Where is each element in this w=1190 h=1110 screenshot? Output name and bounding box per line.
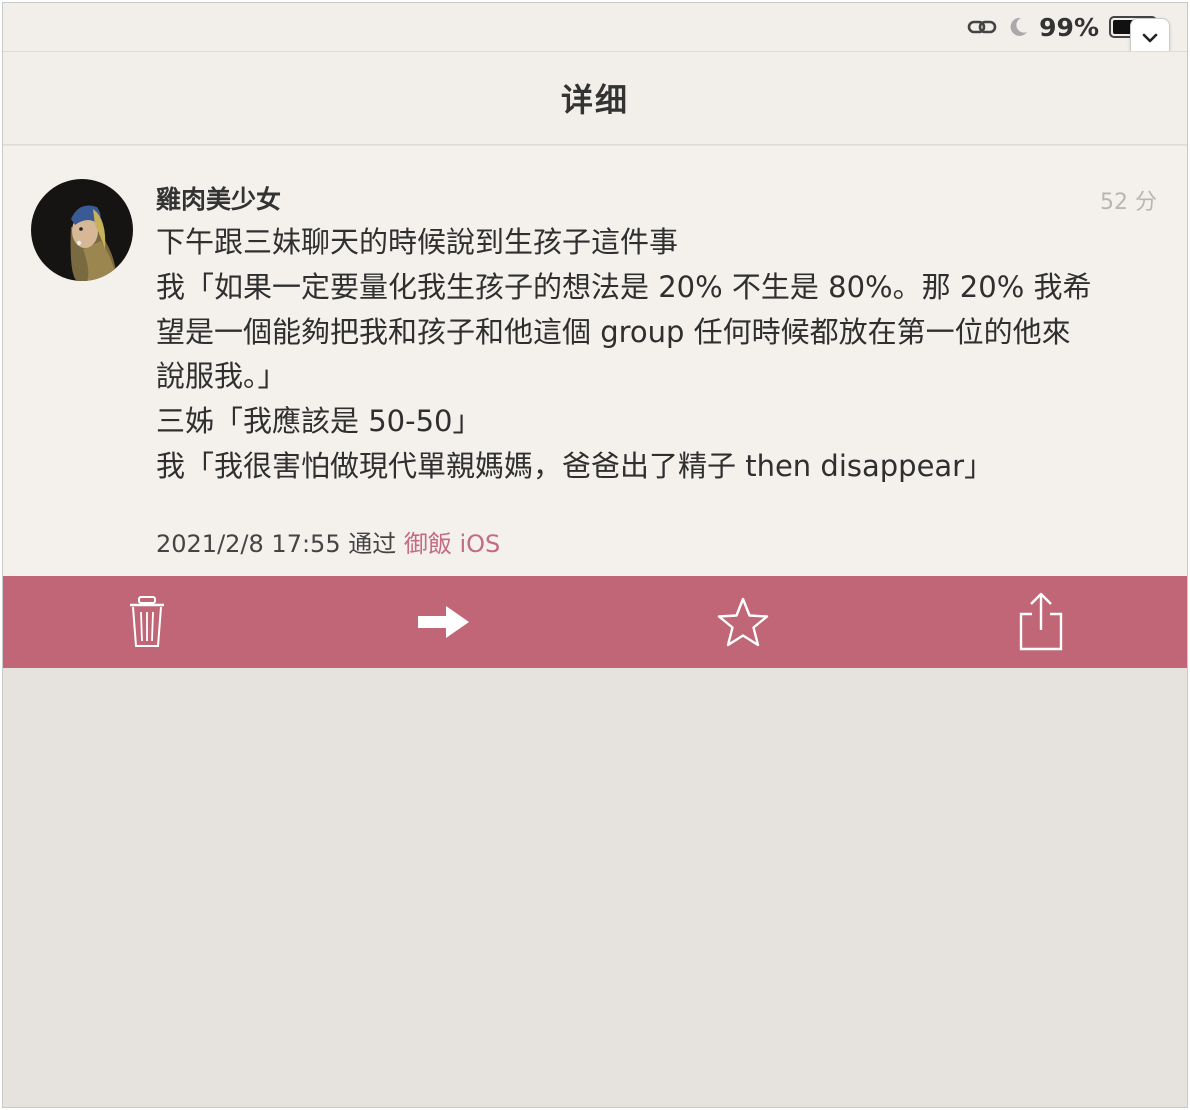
navigation-bar: 详细 <box>3 51 1187 145</box>
post-source-link[interactable]: 御飯 iOS <box>404 530 500 558</box>
post-line: 說服我。」 <box>156 359 287 394</box>
delete-button[interactable] <box>107 576 187 668</box>
post-timestamp: 2021/2/8 17:55 <box>156 530 341 558</box>
post-line: 我「我很害怕做現代單親媽媽，爸爸出了精子 then disappear」 <box>156 448 994 483</box>
post-text: 下午跟三妹聊天的時候說到生孩子這件事 我「如果一定要量化我生孩子的想法是 20%… <box>156 220 1166 489</box>
status-indicators: 99% <box>967 11 1157 43</box>
via-label: 通过 <box>348 530 397 558</box>
favorite-button[interactable] <box>703 576 783 668</box>
post-author[interactable]: 雞肉美少女 <box>156 180 281 216</box>
app-window: 99% 详细 雞肉美少女 52 分 下午跟三妹聊天的時候說到生孩子這件事 我「如… <box>2 2 1188 1108</box>
trash-icon <box>130 596 164 647</box>
post-meta: 2021/2/8 17:55 通过 御飯 iOS <box>156 524 500 559</box>
post-line: 三姊「我應該是 50-50」 <box>156 404 482 439</box>
arrow-right-icon <box>418 606 469 638</box>
chevron-down-icon <box>1142 33 1158 43</box>
link-icon <box>967 17 997 37</box>
share-icon <box>1019 592 1063 651</box>
forward-button[interactable] <box>404 576 484 668</box>
status-bar: 99% <box>3 3 1187 51</box>
battery-percent: 99% <box>1039 12 1099 42</box>
post-line: 望是一個能夠把我和孩子和他這個 group 任何時候都放在第一位的他來 <box>156 314 1071 349</box>
post-line: 下午跟三妹聊天的時候說到生孩子這件事 <box>156 225 679 259</box>
post-line: 我「如果一定要量化我生孩子的想法是 20% 不生是 80%。那 20% 我希 <box>156 269 1092 304</box>
star-icon <box>717 597 769 647</box>
empty-area <box>3 668 1187 1107</box>
moon-icon <box>1007 16 1029 38</box>
action-toolbar <box>3 576 1187 668</box>
page-title: 详细 <box>560 81 629 119</box>
share-button[interactable] <box>1001 576 1081 668</box>
avatar[interactable] <box>31 179 133 281</box>
post-relative-time: 52 分 <box>1100 190 1157 215</box>
post-detail: 雞肉美少女 52 分 下午跟三妹聊天的時候說到生孩子這件事 我「如果一定要量化我… <box>3 146 1187 576</box>
